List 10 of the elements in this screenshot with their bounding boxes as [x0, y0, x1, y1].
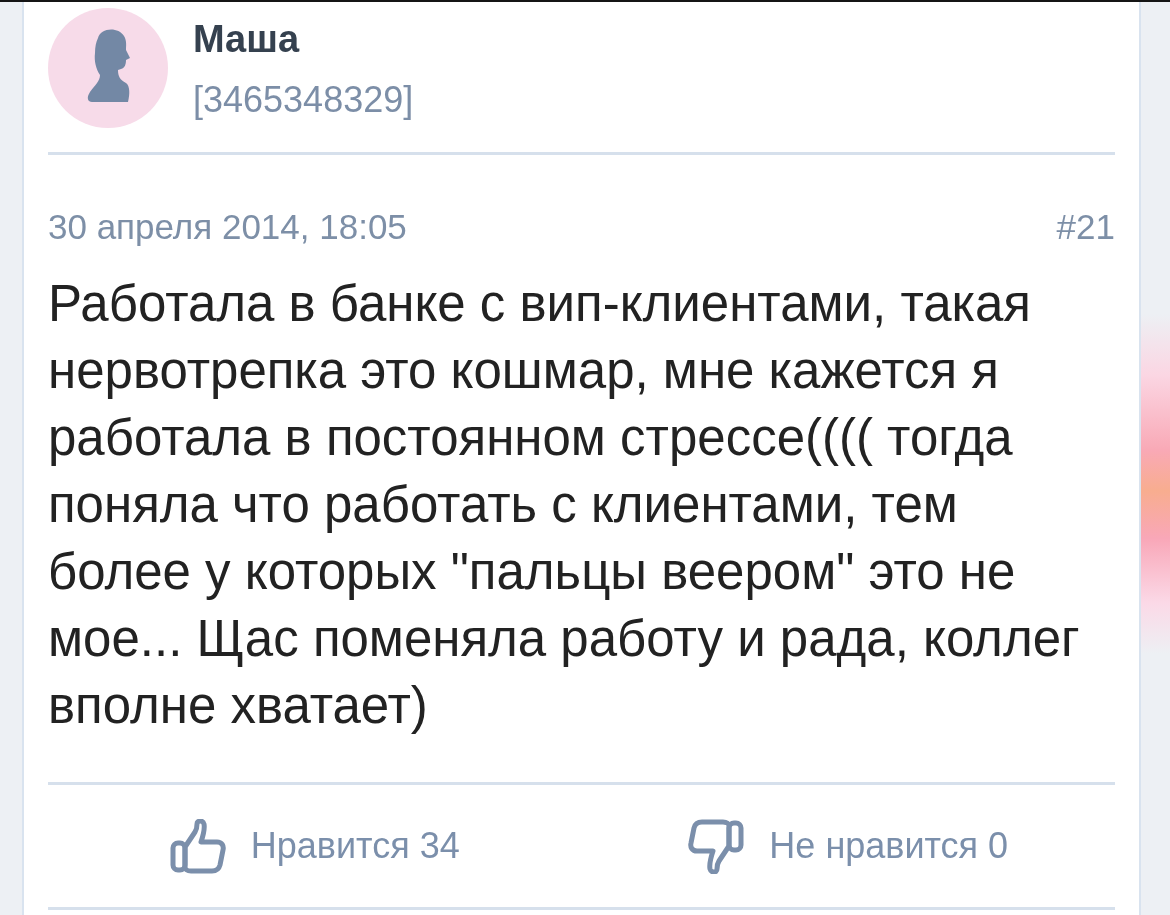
post-number: #21: [1056, 207, 1115, 247]
dislike-button[interactable]: Не нравится 0: [682, 814, 1015, 878]
like-button[interactable]: Нравится 34: [163, 814, 466, 878]
thumbs-up-icon: [169, 818, 226, 874]
post-date: 30 апреля 2014, 18:05: [48, 207, 407, 247]
user-avatar-icon: [48, 8, 168, 128]
author-name: Маша: [193, 18, 300, 60]
author-id: [3465348329]: [193, 80, 414, 120]
post-text: Работала в банке с вип-клиентами, такая нервотрепка это кошмар, мне кажется я работала в постоянном стрессе(((( тогда поняла что работать с клиентами, тем более у которых "пальцы веером" это не мое... Щас поменяла работу и рада, коллег вполне хватает): [48, 274, 1081, 736]
thumbs-down-icon: [688, 818, 745, 874]
